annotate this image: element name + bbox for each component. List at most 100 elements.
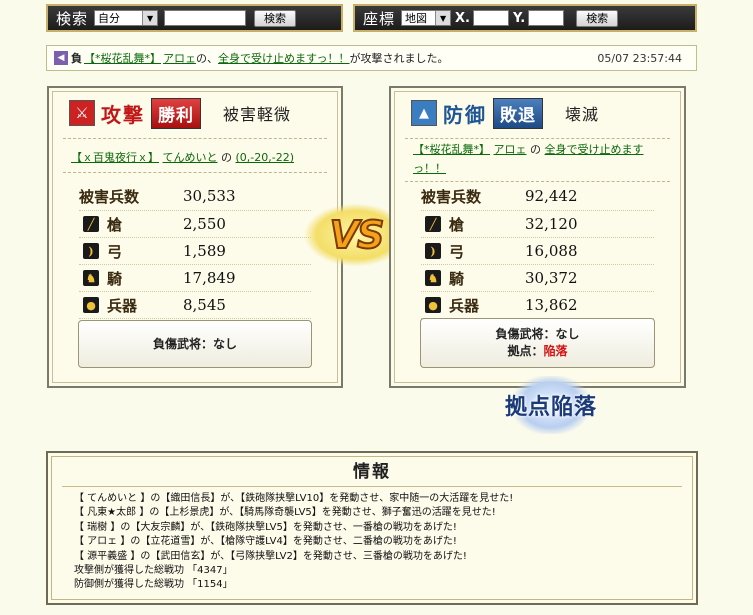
unit-losses: 30,372: [525, 269, 578, 287]
info-lines: 【 てんめいと 】の【織田信長】が、【鉄砲隊挟撃LV10】を発動させ、家中随一の…: [74, 492, 513, 593]
unit-label: 槍: [449, 215, 465, 234]
table-row: ) 弓 1,589: [79, 238, 311, 265]
chevron-down-icon: ▼: [435, 11, 451, 25]
attacker-conj: の: [221, 151, 232, 164]
unit-label: 騎: [107, 269, 123, 288]
castle-icon: ▲: [411, 100, 437, 126]
info-line: 【 瑞樹 】の【大友宗麟】が、【鉄砲隊挟撃LV5】を発動させ、一番槍の戦功をあげ…: [74, 521, 457, 533]
total-losses-label: 被害兵数: [421, 187, 482, 206]
table-row: 被害兵数 92,442: [421, 182, 654, 211]
attacker-alliance-link[interactable]: 【ｘ百鬼夜行ｘ】: [71, 151, 159, 164]
base-label: 拠点：: [507, 344, 544, 358]
attacker-result-badge: 勝利: [151, 97, 201, 129]
horse-icon: ♞: [83, 270, 99, 286]
info-panel: 情報 【 てんめいと 】の【織田信長】が、【鉄砲隊挟撃LV10】を発動させ、家中…: [46, 451, 698, 605]
search-scope-select[interactable]: 自分 ▼: [94, 10, 159, 26]
battle-report-header: ◀ 負 【*桜花乱舞*】 アロェ の、 全身で受け止めますっ！！ が攻撃されまし…: [46, 45, 697, 71]
village-link[interactable]: 全身で受け止めますっ！！: [218, 50, 350, 66]
stronghold-fallen-text: 拠点陥落: [504, 394, 597, 420]
total-losses-value: 92,442: [525, 187, 578, 205]
player-link[interactable]: アロェ: [163, 50, 196, 66]
defender-alliance-link[interactable]: 【*桜花乱舞*】: [413, 143, 490, 156]
info-line: 攻撃側が獲得した総戦功 「4347」: [74, 565, 233, 577]
table-row: ) 弓 16,088: [421, 238, 654, 265]
wounded-value: ：なし: [201, 336, 238, 351]
defender-panel: ▲ 防御 敗退 壊滅 【*桜花乱舞*】 アロェ の 全身で受け止めますっ！！ 被…: [389, 86, 686, 388]
x-coordinate-input[interactable]: [472, 10, 509, 26]
search-label: 検索: [56, 9, 89, 28]
map-select-value: 地図: [405, 12, 428, 25]
unit-losses: 17,849: [183, 269, 236, 287]
info-line: 【 凡東★太郎 】の【上杉景虎】が、【騎馬隊奇襲LV5】を発動させ、獅子奮迅の活…: [74, 507, 496, 519]
y-coordinate-input[interactable]: [528, 10, 565, 26]
info-line: 防御側が獲得した総戦功 「1154」: [74, 579, 233, 591]
unit-label: 兵器: [449, 296, 480, 315]
report-conj: の、: [196, 52, 218, 65]
coordinate-search-button[interactable]: 検索: [576, 9, 619, 27]
wounded-value: ：なし: [543, 327, 580, 341]
table-row: ● 兵器 13,862: [421, 292, 654, 319]
table-row: ╱ 槍 32,120: [421, 211, 654, 238]
attacker-location-link[interactable]: (0,-20,-22): [236, 151, 295, 164]
outcome-tag: 負: [71, 52, 82, 65]
attacker-player-link[interactable]: てんめいと: [163, 151, 218, 164]
attacker-header: ⚔ 攻撃 勝利 被害軽微: [69, 97, 331, 129]
search-button[interactable]: 検索: [254, 9, 297, 27]
report-suffix: が攻撃されました。: [349, 52, 449, 65]
unit-losses: 16,088: [525, 242, 578, 260]
vs-label: VS: [329, 212, 386, 258]
info-line: 【 てんめいと 】の【織田信長】が、【鉄砲隊挟撃LV10】を発動させ、家中随一の…: [74, 493, 514, 504]
info-line: 【 源平義盛 】の【武田信玄】が、【弓隊挟撃LV2】を発動させ、三番槍の戦功をあ…: [74, 550, 467, 562]
alliance-link[interactable]: 【*桜花乱舞*】: [84, 50, 161, 66]
divider: [63, 138, 327, 139]
chevron-down-icon: ▼: [142, 11, 158, 25]
table-row: ● 兵器 8,545: [79, 292, 311, 319]
table-row: ╱ 槍 2,550: [79, 211, 311, 238]
search-input[interactable]: [164, 10, 247, 26]
defender-losses-table: 被害兵数 92,442 ╱ 槍 32,120 ) 弓 16,088 ♞ 騎 30,37…: [421, 182, 654, 319]
siege-icon: ●: [425, 297, 441, 313]
defender-wounded-box: 負傷武将：なし 拠点：陥落: [420, 318, 655, 368]
unit-losses: 13,862: [525, 296, 578, 314]
unit-label: 騎: [449, 269, 465, 288]
table-row: 被害兵数 30,533: [79, 182, 311, 211]
unit-label: 弓: [449, 242, 465, 261]
total-losses-value: 30,533: [183, 187, 236, 205]
total-losses-label: 被害兵数: [79, 187, 140, 206]
defender-player-link[interactable]: アロェ: [494, 143, 527, 156]
unit-label: 兵器: [107, 296, 138, 315]
table-row: ♞ 騎 17,849: [79, 265, 311, 292]
divider: [405, 138, 670, 139]
attacker-panel: ⚔ 攻撃 勝利 被害軽微 【ｘ百鬼夜行ｘ】 てんめいと の (0,-20,-22…: [47, 86, 343, 388]
defender-damage-level: 壊滅: [565, 105, 600, 124]
attacker-owner: 【ｘ百鬼夜行ｘ】 てんめいと の (0,-20,-22): [71, 148, 317, 167]
wounded-label: 負傷武将: [495, 327, 544, 341]
map-select[interactable]: 地図 ▼: [401, 10, 452, 26]
defender-side-label: 防御: [443, 102, 487, 127]
report-datetime: 05/07 23:57:44: [597, 51, 682, 65]
unit-losses: 32,120: [525, 215, 578, 233]
table-row: ♞ 騎 30,372: [421, 265, 654, 292]
attacker-damage-level: 被害軽微: [223, 105, 292, 124]
coordinate-label: 座標: [363, 9, 396, 28]
attacker-side-label: 攻撃: [101, 102, 145, 127]
defender-result-badge: 敗退: [493, 97, 543, 129]
coordinate-bar: 座標 地図 ▼ X. Y. 検索: [353, 4, 697, 32]
attacker-wounded-box: 負傷武将：なし: [78, 320, 312, 368]
search-scope-value: 自分: [98, 12, 121, 25]
horse-icon: ♞: [425, 270, 441, 286]
base-status: 陥落: [543, 344, 568, 358]
unit-label: 弓: [107, 242, 123, 261]
unit-losses: 1,589: [183, 242, 226, 260]
siege-icon: ●: [83, 297, 99, 313]
divider: [62, 486, 682, 487]
attacker-losses-table: 被害兵数 30,533 ╱ 槍 2,550 ) 弓 1,589 ♞ 騎 17,849 …: [79, 182, 311, 319]
wounded-label: 負傷武将: [152, 336, 201, 351]
spear-icon: ╱: [425, 216, 441, 232]
bow-icon: ): [425, 243, 441, 259]
unit-label: 槍: [107, 215, 123, 234]
stronghold-fallen-badge: 拠点陥落: [488, 376, 614, 434]
spear-icon: ╱: [83, 216, 99, 232]
search-bar: 検索 自分 ▼ 検索: [46, 4, 343, 32]
purple-flag-icon: ◀: [54, 51, 68, 65]
